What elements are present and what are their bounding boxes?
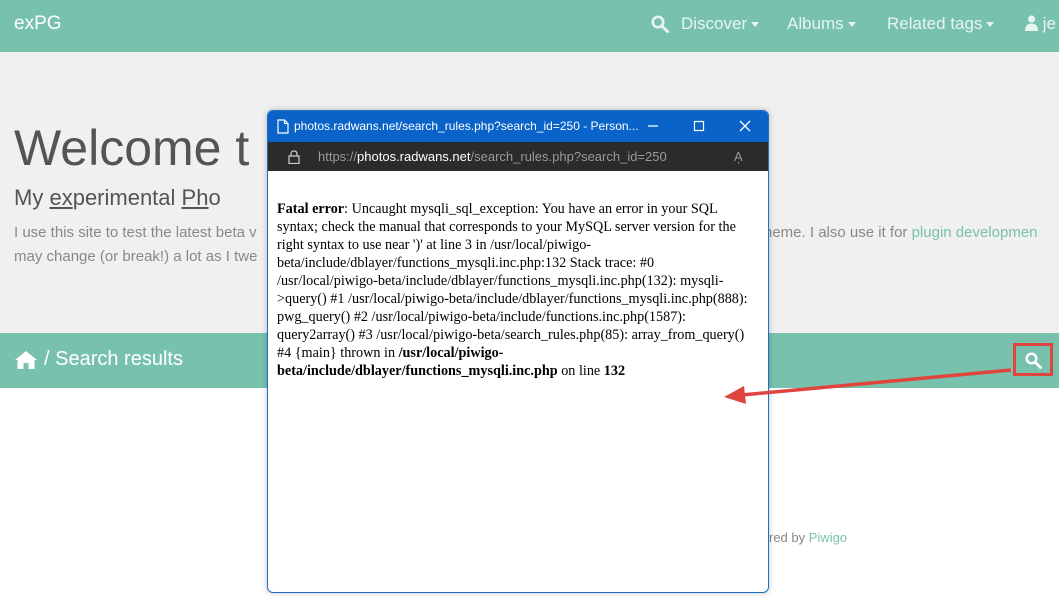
nav-albums[interactable]: Albums bbox=[787, 14, 856, 34]
error-text: : Uncaught mysqli_sql_exception: You hav… bbox=[277, 201, 748, 361]
subtitle-text: o bbox=[208, 185, 221, 210]
popup-title: photos.radwans.net/search_rules.php?sear… bbox=[294, 119, 639, 133]
nav-discover[interactable]: Discover bbox=[681, 14, 760, 34]
description-text: heme. I also use it for bbox=[764, 224, 912, 241]
subtitle-text: ex bbox=[49, 185, 73, 210]
subtitle-text: perimental bbox=[72, 185, 182, 210]
popup-window: photos.radwans.net/search_rules.php?sear… bbox=[267, 110, 769, 593]
chevron-down-icon bbox=[986, 22, 995, 28]
error-label: Fatal error bbox=[277, 201, 345, 217]
description-line: I use this site to test the latest beta … bbox=[14, 224, 257, 241]
nav-related-tags-label: Related tags bbox=[887, 14, 983, 33]
address-bar[interactable]: https://photos.radwans.net/search_rules.… bbox=[268, 142, 768, 171]
address-url: https://photos.radwans.net/search_rules.… bbox=[318, 149, 667, 164]
nav-user[interactable]: je bbox=[1025, 14, 1056, 34]
subtitle-text: My bbox=[14, 185, 50, 210]
chevron-down-icon bbox=[847, 22, 856, 28]
footer-text: red by bbox=[769, 530, 809, 545]
lock-icon[interactable] bbox=[288, 150, 300, 165]
piwigo-link[interactable]: Piwigo bbox=[809, 530, 847, 545]
brand-logo[interactable]: exPG bbox=[14, 13, 62, 35]
read-aloud-icon[interactable]: Aͅ bbox=[734, 149, 743, 164]
minimize-icon[interactable] bbox=[642, 116, 664, 136]
footer-powered-by: red by Piwigo bbox=[769, 530, 847, 545]
error-text: on line bbox=[557, 363, 604, 379]
chevron-down-icon bbox=[751, 22, 760, 28]
nav-user-label: je bbox=[1042, 14, 1056, 33]
nav-discover-label: Discover bbox=[681, 14, 748, 33]
error-message: Fatal error: Uncaught mysqli_sql_excepti… bbox=[277, 200, 757, 380]
top-navbar: exPG Discover Albums Related tags je bbox=[0, 0, 1059, 52]
address-path: /search_rules.php?search_id=250 bbox=[470, 149, 667, 164]
description-line: may change (or break!) a lot as I twe bbox=[14, 248, 258, 265]
address-host: photos.radwans.net bbox=[357, 149, 471, 164]
home-icon[interactable] bbox=[14, 350, 38, 370]
breadcrumb-text: / Search results bbox=[44, 348, 183, 370]
page-title: Welcome t bbox=[14, 120, 250, 176]
user-icon bbox=[1025, 15, 1038, 31]
search-icon bbox=[1025, 352, 1042, 369]
error-line: 132 bbox=[603, 363, 626, 379]
search-rules-button[interactable] bbox=[1013, 343, 1053, 376]
nav-albums-label: Albums bbox=[787, 14, 844, 33]
search-icon[interactable] bbox=[651, 15, 669, 33]
description-line: heme. I also use it for plugin developme… bbox=[764, 224, 1038, 241]
plugin-development-link[interactable]: plugin developmen bbox=[912, 224, 1038, 241]
popup-titlebar[interactable]: photos.radwans.net/search_rules.php?sear… bbox=[268, 111, 768, 142]
maximize-icon[interactable] bbox=[688, 116, 710, 136]
close-icon[interactable] bbox=[734, 116, 756, 136]
page-subtitle: My experimental Pho bbox=[14, 185, 221, 211]
nav-related-tags[interactable]: Related tags bbox=[887, 14, 995, 34]
page: exPG Discover Albums Related tags je Wel… bbox=[0, 0, 1059, 606]
address-prefix: https:// bbox=[318, 149, 358, 164]
subtitle-text: Ph bbox=[181, 185, 209, 210]
document-icon bbox=[277, 119, 289, 134]
